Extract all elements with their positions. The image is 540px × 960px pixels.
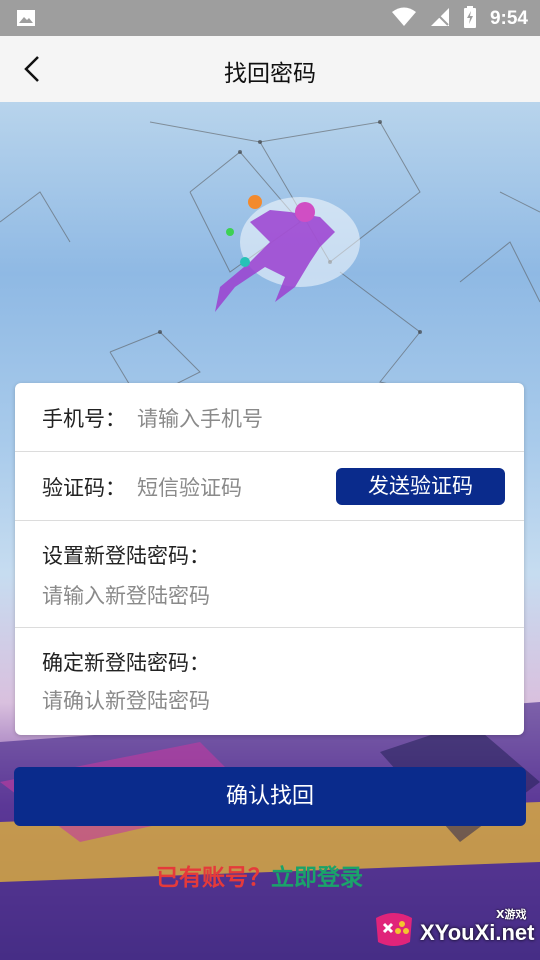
status-bar: 9:54 (0, 0, 540, 36)
reset-password-form: 手机号： 请输入手机号 验证码： 短信验证码 发送验证码 设置新登陆密码： 请输… (15, 383, 524, 735)
divider (15, 520, 524, 521)
login-question: 已有账号？ (156, 865, 271, 891)
phone-label: 手机号： (42, 407, 126, 431)
image-notification-icon (16, 8, 36, 32)
page-title: 找回密码 (224, 61, 316, 87)
battery-icon (463, 6, 476, 32)
code-label: 验证码： (42, 476, 126, 500)
code-input[interactable]: 短信验证码 (137, 472, 242, 502)
login-now-link[interactable]: 立即登录 (271, 865, 363, 891)
title-bar: 找回密码 (0, 36, 540, 102)
runner-figure-icon (215, 195, 360, 312)
confirm-password-input[interactable]: 请确认新登陆密码 (42, 685, 210, 715)
no-signal-icon (430, 7, 450, 31)
clock: 9:54 (489, 8, 528, 29)
confirm-password-label: 确定新登陆密码： (42, 651, 210, 675)
confirm-reset-button[interactable]: 确认找回 (14, 767, 526, 826)
login-prompt: 已有账号？立即登录 (156, 858, 363, 892)
phone-input[interactable]: 请输入手机号 (137, 403, 263, 433)
send-code-button[interactable]: 发送验证码 (336, 468, 505, 505)
new-password-label: 设置新登陆密码： (42, 544, 210, 568)
divider (15, 451, 524, 452)
gamepad-logo-icon (376, 913, 412, 946)
divider (15, 627, 524, 628)
new-password-input[interactable]: 请输入新登陆密码 (42, 580, 210, 610)
wifi-icon (391, 7, 416, 31)
site-watermark: X游戏 XYouXi.net (368, 900, 538, 956)
watermark-site: XYouXi.net (420, 920, 535, 945)
